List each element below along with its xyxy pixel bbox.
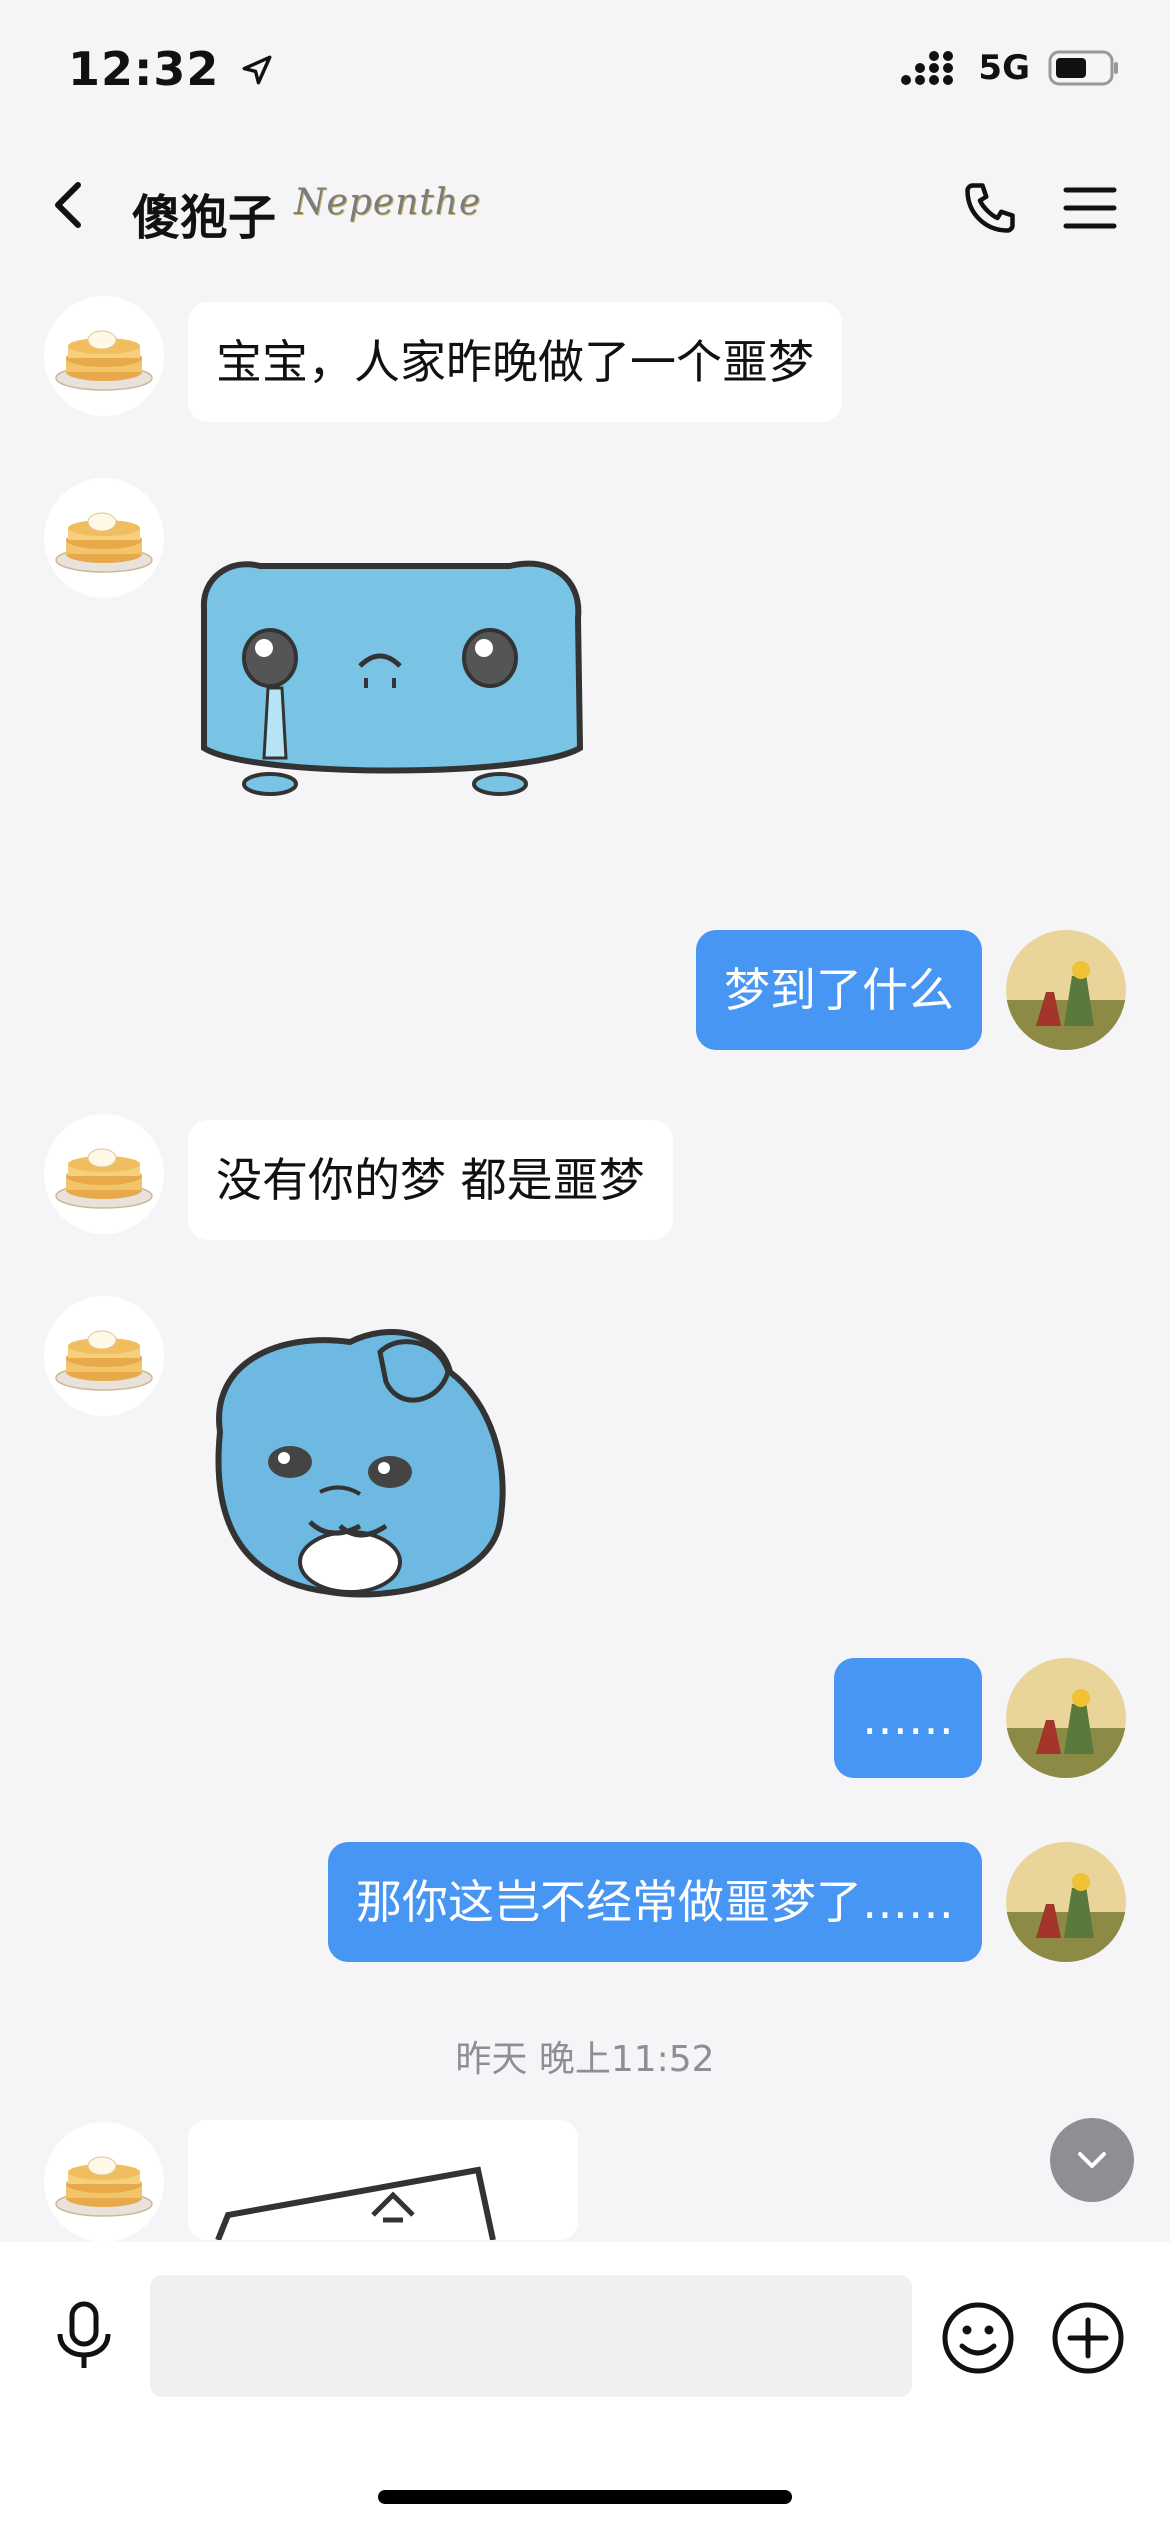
- partial-image-icon: [215, 2166, 496, 2240]
- chevron-down-icon: [1078, 2152, 1106, 2168]
- message-input[interactable]: [150, 2275, 912, 2397]
- scroll-to-bottom-button[interactable]: [1050, 2118, 1134, 2202]
- menu-button[interactable]: [1062, 180, 1118, 240]
- signal-icon: [901, 51, 954, 85]
- microphone-icon: [57, 2301, 111, 2368]
- contact-avatar[interactable]: [44, 1114, 164, 1234]
- crying-creature-icon: [200, 560, 584, 796]
- message-bubble-outgoing[interactable]: 那你这岂不经常做噩梦了……: [328, 1842, 982, 1962]
- my-avatar[interactable]: [1006, 1658, 1126, 1778]
- contact-avatar[interactable]: [44, 478, 164, 598]
- more-actions-button[interactable]: [1050, 2300, 1126, 2380]
- smiley-face-icon: [942, 2302, 1014, 2374]
- status-indicators: 5G: [900, 48, 1120, 88]
- battery-icon: [1048, 50, 1118, 86]
- little-prince-avatar-icon: [1006, 930, 1126, 1050]
- sad-creature-icon: [215, 1329, 506, 1598]
- hamburger-menu-icon: [1063, 187, 1117, 229]
- contact-avatar[interactable]: [44, 2122, 164, 2242]
- my-avatar[interactable]: [1006, 930, 1126, 1050]
- little-prince-avatar-icon: [1006, 1842, 1126, 1962]
- pancake-avatar-icon: [55, 512, 153, 573]
- message-bubble-incoming[interactable]: 宝宝，人家昨晚做了一个噩梦: [188, 302, 842, 422]
- call-button[interactable]: [960, 178, 1020, 242]
- image-message-preview[interactable]: [188, 2120, 578, 2240]
- location-arrow-icon: [243, 55, 272, 85]
- home-indicator: [378, 2490, 792, 2504]
- contact-avatar[interactable]: [44, 296, 164, 416]
- voice-button[interactable]: [52, 2300, 116, 2376]
- pancake-avatar-icon: [55, 1330, 153, 1391]
- name-badge: Nepenthe: [294, 182, 482, 223]
- chevron-left-icon: [55, 182, 81, 228]
- sad-blue-creature-sticker[interactable]: [190, 1312, 560, 1606]
- little-prince-avatar-icon: [1006, 1658, 1126, 1778]
- emoji-button[interactable]: [940, 2300, 1016, 2380]
- message-bubble-incoming[interactable]: 没有你的梦 都是噩梦: [188, 1120, 673, 1240]
- chat-title[interactable]: 傻狍子: [132, 178, 276, 248]
- my-avatar[interactable]: [1006, 1842, 1126, 1962]
- pancake-avatar-icon: [55, 330, 153, 391]
- status-time: 12:32: [68, 42, 274, 96]
- message-bubble-outgoing[interactable]: 梦到了什么: [696, 930, 982, 1050]
- pancake-avatar-icon: [55, 2156, 153, 2217]
- message-timestamp: 昨天 晚上11:52: [455, 2039, 715, 2080]
- pancake-avatar-icon: [55, 1148, 153, 1209]
- back-button[interactable]: [40, 175, 100, 235]
- phone-icon: [965, 183, 1015, 233]
- plus-circle-icon: [1052, 2302, 1124, 2374]
- contact-avatar[interactable]: [44, 1296, 164, 1416]
- network-type: 5G: [978, 48, 1030, 88]
- crying-blue-creature-sticker[interactable]: [190, 548, 590, 812]
- message-bubble-outgoing[interactable]: ……: [834, 1658, 982, 1778]
